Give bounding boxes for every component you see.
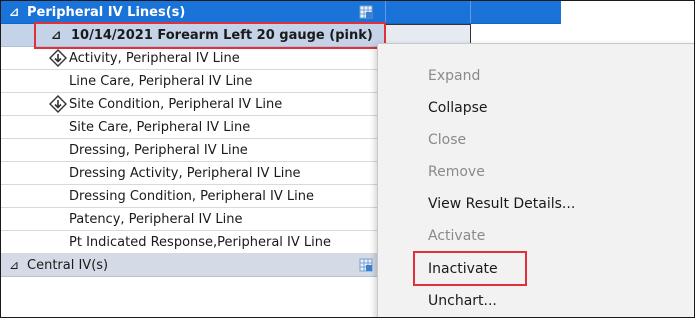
menu-item-close[interactable]: Close — [428, 127, 466, 153]
grid-config-icon[interactable] — [359, 5, 373, 19]
row-label: Pt Indicated Response,Peripheral IV Line — [69, 234, 331, 250]
diamond-down-arrow-icon — [49, 49, 67, 67]
menu-item-expand[interactable]: Expand — [428, 63, 480, 89]
row-label: Dressing, Peripheral IV Line — [69, 142, 248, 158]
list-item[interactable]: Line Care, Peripheral IV Line — [1, 70, 377, 93]
list-item[interactable]: Dressing Activity, Peripheral IV Line — [1, 162, 377, 185]
list-item[interactable]: Dressing Condition, Peripheral IV Line — [1, 185, 377, 208]
section-label: Central IV(s) — [27, 257, 109, 273]
row-label: Site Care, Peripheral IV Line — [69, 119, 251, 135]
column-divider — [470, 1, 471, 23]
list-item — [1, 277, 377, 300]
highlight-annotation — [413, 251, 527, 286]
flowsheet-window: ⊿ Peripheral IV Lines(s) ⊿ 10/14/2021 Fo… — [0, 0, 695, 318]
list-item[interactable]: Site Care, Peripheral IV Line — [1, 116, 377, 139]
section-label: Peripheral IV Lines(s) — [27, 4, 186, 20]
row-label: Patency, Peripheral IV Line — [69, 211, 243, 227]
menu-item-collapse[interactable]: Collapse — [428, 95, 488, 121]
list-item[interactable]: Patency, Peripheral IV Line — [1, 208, 377, 231]
list-item[interactable]: Dressing, Peripheral IV Line — [1, 139, 377, 162]
list-item[interactable]: Activity, Peripheral IV Line — [1, 47, 377, 70]
menu-item-activate[interactable]: Activate — [428, 223, 485, 249]
collapse-triangle-icon[interactable]: ⊿ — [5, 5, 23, 19]
menu-item-remove[interactable]: Remove — [428, 159, 485, 185]
list-item[interactable]: Pt Indicated Response,Peripheral IV Line — [1, 231, 377, 254]
menu-item-unchart[interactable]: Unchart... — [428, 288, 497, 314]
row-label: Site Condition, Peripheral IV Line — [69, 96, 283, 112]
section-peripheral-iv-lines[interactable]: ⊿ Peripheral IV Lines(s) — [1, 1, 561, 24]
column-divider — [385, 1, 386, 23]
diamond-down-arrow-icon — [49, 95, 67, 113]
menu-item-view-result-details[interactable]: View Result Details... — [428, 191, 575, 217]
list-item[interactable]: Site Condition, Peripheral IV Line — [1, 93, 377, 116]
highlight-annotation — [34, 22, 386, 49]
section-central-iv[interactable]: ⊿ Central IV(s) — [1, 254, 377, 277]
context-menu: Expand Collapse Close Remove View Result… — [377, 43, 694, 317]
collapse-triangle-icon[interactable]: ⊿ — [5, 258, 23, 272]
row-label: Dressing Condition, Peripheral IV Line — [69, 188, 314, 204]
grid-config-icon[interactable] — [359, 258, 373, 272]
row-label: Dressing Activity, Peripheral IV Line — [69, 165, 301, 181]
row-label: Activity, Peripheral IV Line — [69, 50, 240, 66]
row-label: Line Care, Peripheral IV Line — [69, 73, 253, 89]
